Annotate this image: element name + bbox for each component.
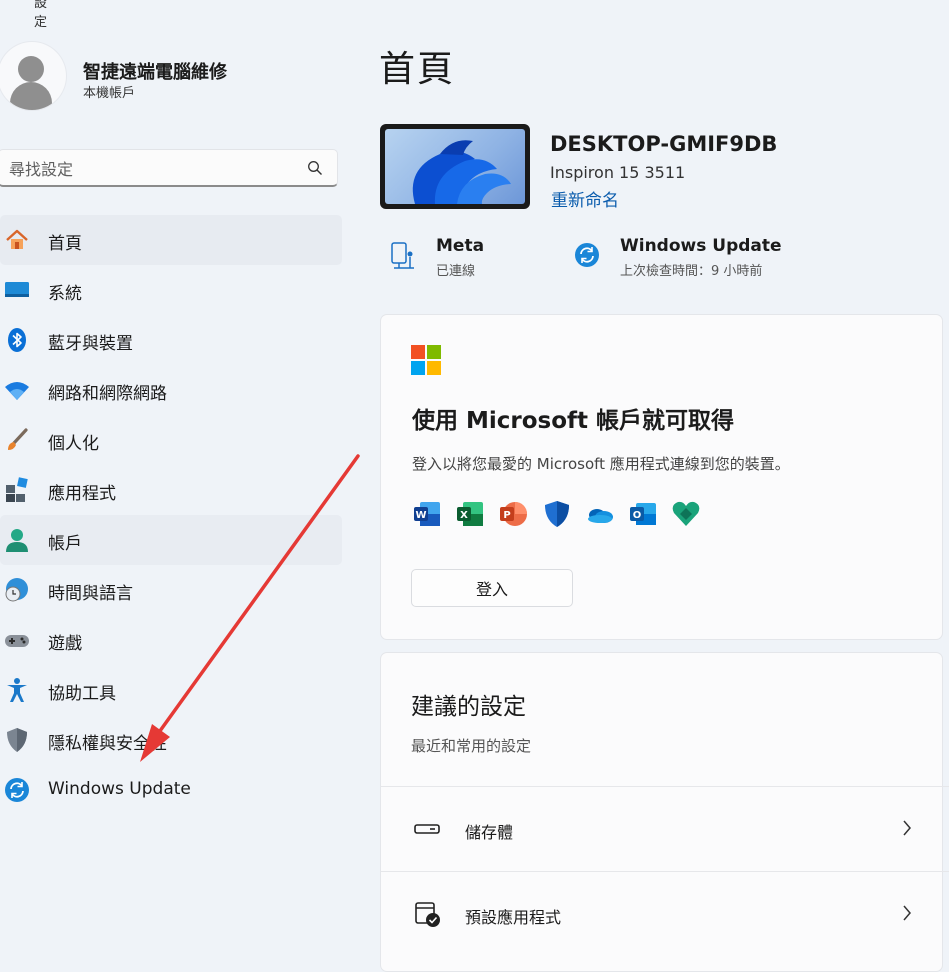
svg-text:O: O (633, 510, 642, 521)
avatar[interactable] (0, 42, 66, 110)
suggested-title: 建議的設定 (411, 694, 526, 720)
sidebar-item-label: 藍牙與裝置 (48, 334, 133, 354)
page-title: 首頁 (379, 49, 456, 90)
sidebar-item-apps[interactable]: 應用程式 (0, 465, 342, 515)
update-icon (5, 778, 29, 802)
accessibility-icon (7, 678, 27, 702)
sidebar-item-accounts[interactable]: 帳戶 (0, 515, 342, 565)
sidebar-item-label: 網路和網際網路 (48, 384, 167, 404)
windows-bloom-image (412, 140, 511, 204)
sign-in-button[interactable]: 登入 (411, 569, 573, 607)
window-title: 設定 (34, 0, 48, 30)
network-state: 已連線 (436, 264, 476, 279)
sidebar-item-gaming[interactable]: 遊戲 (0, 615, 342, 665)
sidebar-item-label: 協助工具 (48, 684, 116, 704)
powerpoint-icon: P (500, 502, 527, 526)
system-icon (5, 282, 29, 297)
shield-icon (7, 728, 27, 752)
account-icon (6, 529, 28, 552)
sidebar-item-windows-update[interactable]: Windows Update (0, 765, 342, 815)
user-profile[interactable]: 智捷遠端電腦維修 本機帳戶 (0, 42, 340, 122)
gamepad-icon (5, 635, 29, 647)
search-icon[interactable] (307, 160, 323, 176)
sidebar-item-personalization[interactable]: 個人化 (0, 415, 342, 465)
device-thumbnail (380, 124, 530, 209)
sidebar-item-network[interactable]: 網路和網際網路 (0, 365, 342, 415)
device-name: DESKTOP-GMIF9DB (550, 132, 778, 156)
brush-icon (8, 428, 28, 450)
sidebar-item-label: 隱私權與安全性 (48, 734, 167, 754)
default-apps-icon (415, 902, 440, 927)
suggested-item-label: 預設應用程式 (465, 908, 562, 927)
update-title: Windows Update (620, 236, 782, 256)
network-name: Meta (436, 236, 485, 256)
search-input[interactable] (7, 156, 301, 182)
sidebar-item-label: 首頁 (48, 234, 82, 254)
home-icon (6, 229, 28, 249)
sidebar-item-system[interactable]: 系統 (0, 265, 342, 315)
ms-card-description: 登入以將您最愛的 Microsoft 應用程式連線到您的裝置。 (412, 455, 790, 473)
svg-text:P: P (503, 510, 510, 521)
back-button[interactable]: ← (0, 0, 7, 7)
search-box[interactable] (0, 149, 338, 187)
suggested-item-storage[interactable]: 儲存體 (381, 786, 949, 871)
microsoft-logo-icon (411, 345, 441, 375)
suggested-item-label: 儲存體 (465, 823, 514, 842)
family-icon (672, 501, 700, 526)
ms-card-title: 使用 Microsoft 帳戶就可取得 (412, 408, 735, 434)
update-last-check: 上次檢查時間：9 小時前 (620, 264, 763, 279)
network-icon (391, 242, 414, 269)
storage-icon (414, 824, 440, 834)
sidebar-item-label: 帳戶 (48, 534, 82, 554)
profile-name: 智捷遠端電腦維修 (83, 62, 227, 83)
chevron-right-icon (903, 820, 911, 836)
onedrive-icon (588, 509, 613, 523)
svg-text:X: X (460, 510, 468, 521)
sidebar-item-label: 應用程式 (48, 484, 116, 504)
chevron-right-icon (903, 905, 911, 921)
sidebar-item-home[interactable]: 首頁 (0, 215, 342, 265)
word-icon: W (414, 502, 440, 526)
sidebar-item-label: Windows Update (48, 779, 191, 799)
suggested-item-default-apps[interactable]: 預設應用程式 (381, 871, 949, 956)
time-language-icon (5, 578, 28, 602)
sidebar-item-bluetooth[interactable]: 藍牙與裝置 (0, 315, 342, 365)
microsoft-account-card: 使用 Microsoft 帳戶就可取得 登入以將您最愛的 Microsoft 應… (380, 314, 943, 640)
wifi-icon (5, 382, 29, 400)
update-icon (575, 243, 599, 267)
defender-icon (545, 501, 569, 527)
sidebar-item-label: 遊戲 (48, 634, 82, 654)
suggested-settings-card: 建議的設定 最近和常用的設定 儲存體 預設應用程式 (380, 652, 949, 972)
suggested-subtitle: 最近和常用的設定 (411, 737, 532, 755)
sidebar-item-label: 系統 (48, 284, 82, 304)
sidebar-item-accessibility[interactable]: 協助工具 (0, 665, 342, 715)
sidebar-nav: 首頁 系統 藍牙與裝置 網路和網際網路 個人化 應用程式 帳戶 時間與語言 遊戲… (0, 215, 342, 815)
apps-icon (6, 477, 28, 502)
rename-link[interactable]: 重新命名 (551, 186, 619, 211)
sidebar-item-label: 時間與語言 (48, 584, 133, 604)
svg-text:W: W (415, 510, 426, 521)
account-type: 本機帳戶 (83, 86, 136, 101)
sidebar-item-label: 個人化 (48, 434, 99, 454)
device-model: Inspiron 15 3511 (550, 163, 686, 182)
sidebar-item-time-language[interactable]: 時間與語言 (0, 565, 342, 615)
excel-icon: X (457, 502, 483, 526)
outlook-icon: O (630, 503, 656, 525)
bluetooth-icon (8, 328, 26, 352)
sidebar-item-privacy[interactable]: 隱私權與安全性 (0, 715, 342, 765)
